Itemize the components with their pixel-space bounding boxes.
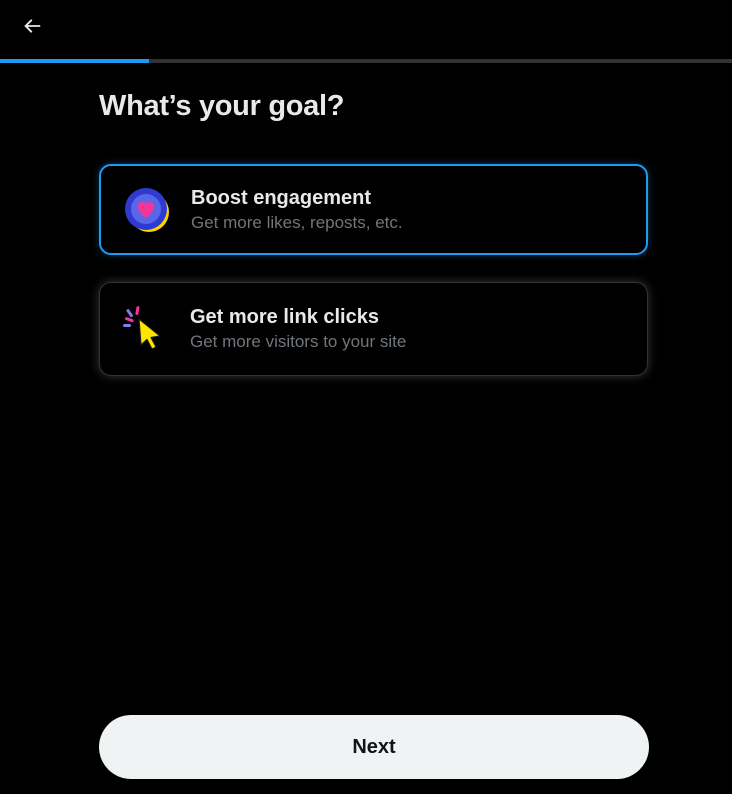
- progress-bar: [0, 59, 732, 63]
- option-text: Get more link clicks Get more visitors t…: [190, 304, 406, 354]
- page-title: What’s your goal?: [99, 90, 345, 122]
- cursor-click-icon: [123, 306, 161, 350]
- option-subtitle: Get more visitors to your site: [190, 332, 407, 351]
- heart-badge-icon: [125, 187, 169, 232]
- progress-bar-fill: [0, 59, 149, 63]
- option-subtitle: Get more likes, reposts, etc.: [191, 212, 403, 232]
- next-button[interactable]: Next: [99, 715, 649, 779]
- option-title: Boost engagement: [191, 186, 372, 209]
- option-text: Boost engagement Get more likes, reposts…: [191, 185, 403, 235]
- option-title: Get more link clicks: [190, 306, 379, 328]
- option-boost-engagement[interactable]: Boost engagement Get more likes, reposts…: [99, 164, 648, 255]
- option-link-clicks[interactable]: Get more link clicks Get more visitors t…: [99, 282, 648, 376]
- back-button[interactable]: [14, 8, 50, 44]
- arrow-left-icon: [24, 19, 41, 33]
